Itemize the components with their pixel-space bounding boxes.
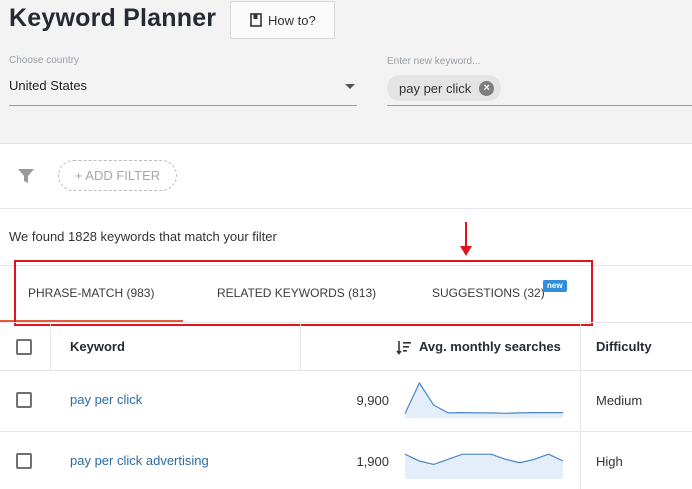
remove-chip-icon[interactable]: ×	[479, 80, 495, 96]
book-icon	[250, 13, 262, 27]
search-volume: 9,900	[356, 393, 389, 408]
row-checkbox[interactable]	[16, 392, 32, 408]
search-volume: 1,900	[356, 454, 389, 469]
keyword-input-label: Enter new keyword...	[387, 56, 481, 67]
column-header-difficulty[interactable]: Difficulty	[596, 339, 652, 354]
keyword-chip-label: pay per click	[399, 80, 472, 96]
keyword-link[interactable]: pay per click advertising	[70, 453, 209, 468]
trend-sparkline	[404, 453, 564, 479]
column-divider	[50, 323, 51, 370]
trend-sparkline	[404, 381, 563, 418]
keyword-link[interactable]: pay per click	[70, 392, 142, 407]
keyword-table: Keyword Avg. monthly searches Difficulty…	[0, 322, 692, 489]
filter-bar: + ADD FILTER	[0, 144, 692, 209]
select-all-checkbox[interactable]	[16, 339, 32, 355]
highlight-box	[14, 260, 593, 326]
column-header-searches[interactable]: Avg. monthly searches	[419, 339, 561, 354]
keyword-input[interactable]: pay per click ×	[387, 74, 692, 106]
filter-icon[interactable]	[17, 167, 35, 185]
country-value: United States	[9, 78, 88, 93]
column-divider	[580, 432, 581, 489]
header-panel: Keyword Planner How to? Choose country U…	[0, 0, 692, 144]
table-header-row: Keyword Avg. monthly searches Difficulty	[0, 322, 692, 371]
column-divider	[300, 323, 301, 370]
arrow-head-icon	[460, 246, 472, 256]
chevron-down-icon	[345, 84, 355, 89]
sort-icon[interactable]	[396, 340, 412, 355]
column-divider	[580, 323, 581, 370]
country-select[interactable]: United States	[9, 75, 357, 106]
results-summary: We found 1828 keywords that match your f…	[9, 229, 277, 244]
add-filter-button[interactable]: + ADD FILTER	[58, 160, 177, 191]
how-to-label: How to?	[268, 12, 316, 28]
row-checkbox[interactable]	[16, 453, 32, 469]
keyword-chip: pay per click ×	[387, 75, 502, 101]
arrow-down-icon	[465, 222, 467, 248]
page-title: Keyword Planner	[9, 4, 217, 32]
how-to-button[interactable]: How to?	[230, 1, 335, 39]
column-header-keyword[interactable]: Keyword	[70, 339, 125, 354]
table-row: pay per click 9,900 Medium	[0, 371, 692, 432]
difficulty-value: Medium	[596, 393, 643, 408]
column-divider	[580, 371, 581, 431]
difficulty-value: High	[596, 454, 623, 469]
table-row: pay per click advertising 1,900 High	[0, 432, 692, 489]
country-label: Choose country	[9, 55, 80, 66]
